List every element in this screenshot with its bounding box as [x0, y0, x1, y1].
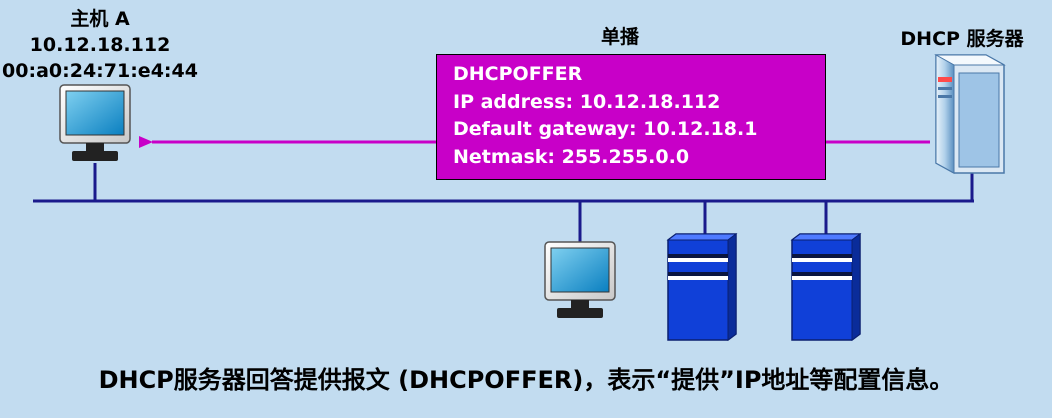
unicast-label: 单播 — [600, 26, 639, 48]
computer-icon — [544, 241, 616, 318]
dhcp-server-label: DHCP 服务器 — [900, 28, 1024, 50]
dhcpoffer-message-box: DHCPOFFER IP address: 10.12.18.112 Defau… — [436, 54, 826, 180]
host-a-ip: 10.12.18.112 — [29, 34, 171, 56]
computer-icon — [59, 84, 131, 161]
message-type: DHCPOFFER — [453, 63, 583, 85]
diagram-caption: DHCP服务器回答提供报文 (DHCPOFFER)，表示“提供”IP地址等配置信… — [98, 366, 954, 394]
message-netmask: Netmask: 255.255.0.0 — [453, 145, 690, 168]
server-icon — [790, 233, 862, 341]
server-icon — [666, 233, 738, 341]
host-a-name: 主机 A — [70, 8, 130, 30]
host-a-mac: 00:a0:24:71:e4:44 — [2, 60, 198, 82]
dhcp-server-icon — [934, 54, 1006, 174]
message-default-gateway: Default gateway: 10.12.18.1 — [453, 118, 758, 140]
message-ip-address: IP address: 10.12.18.112 — [453, 90, 721, 113]
